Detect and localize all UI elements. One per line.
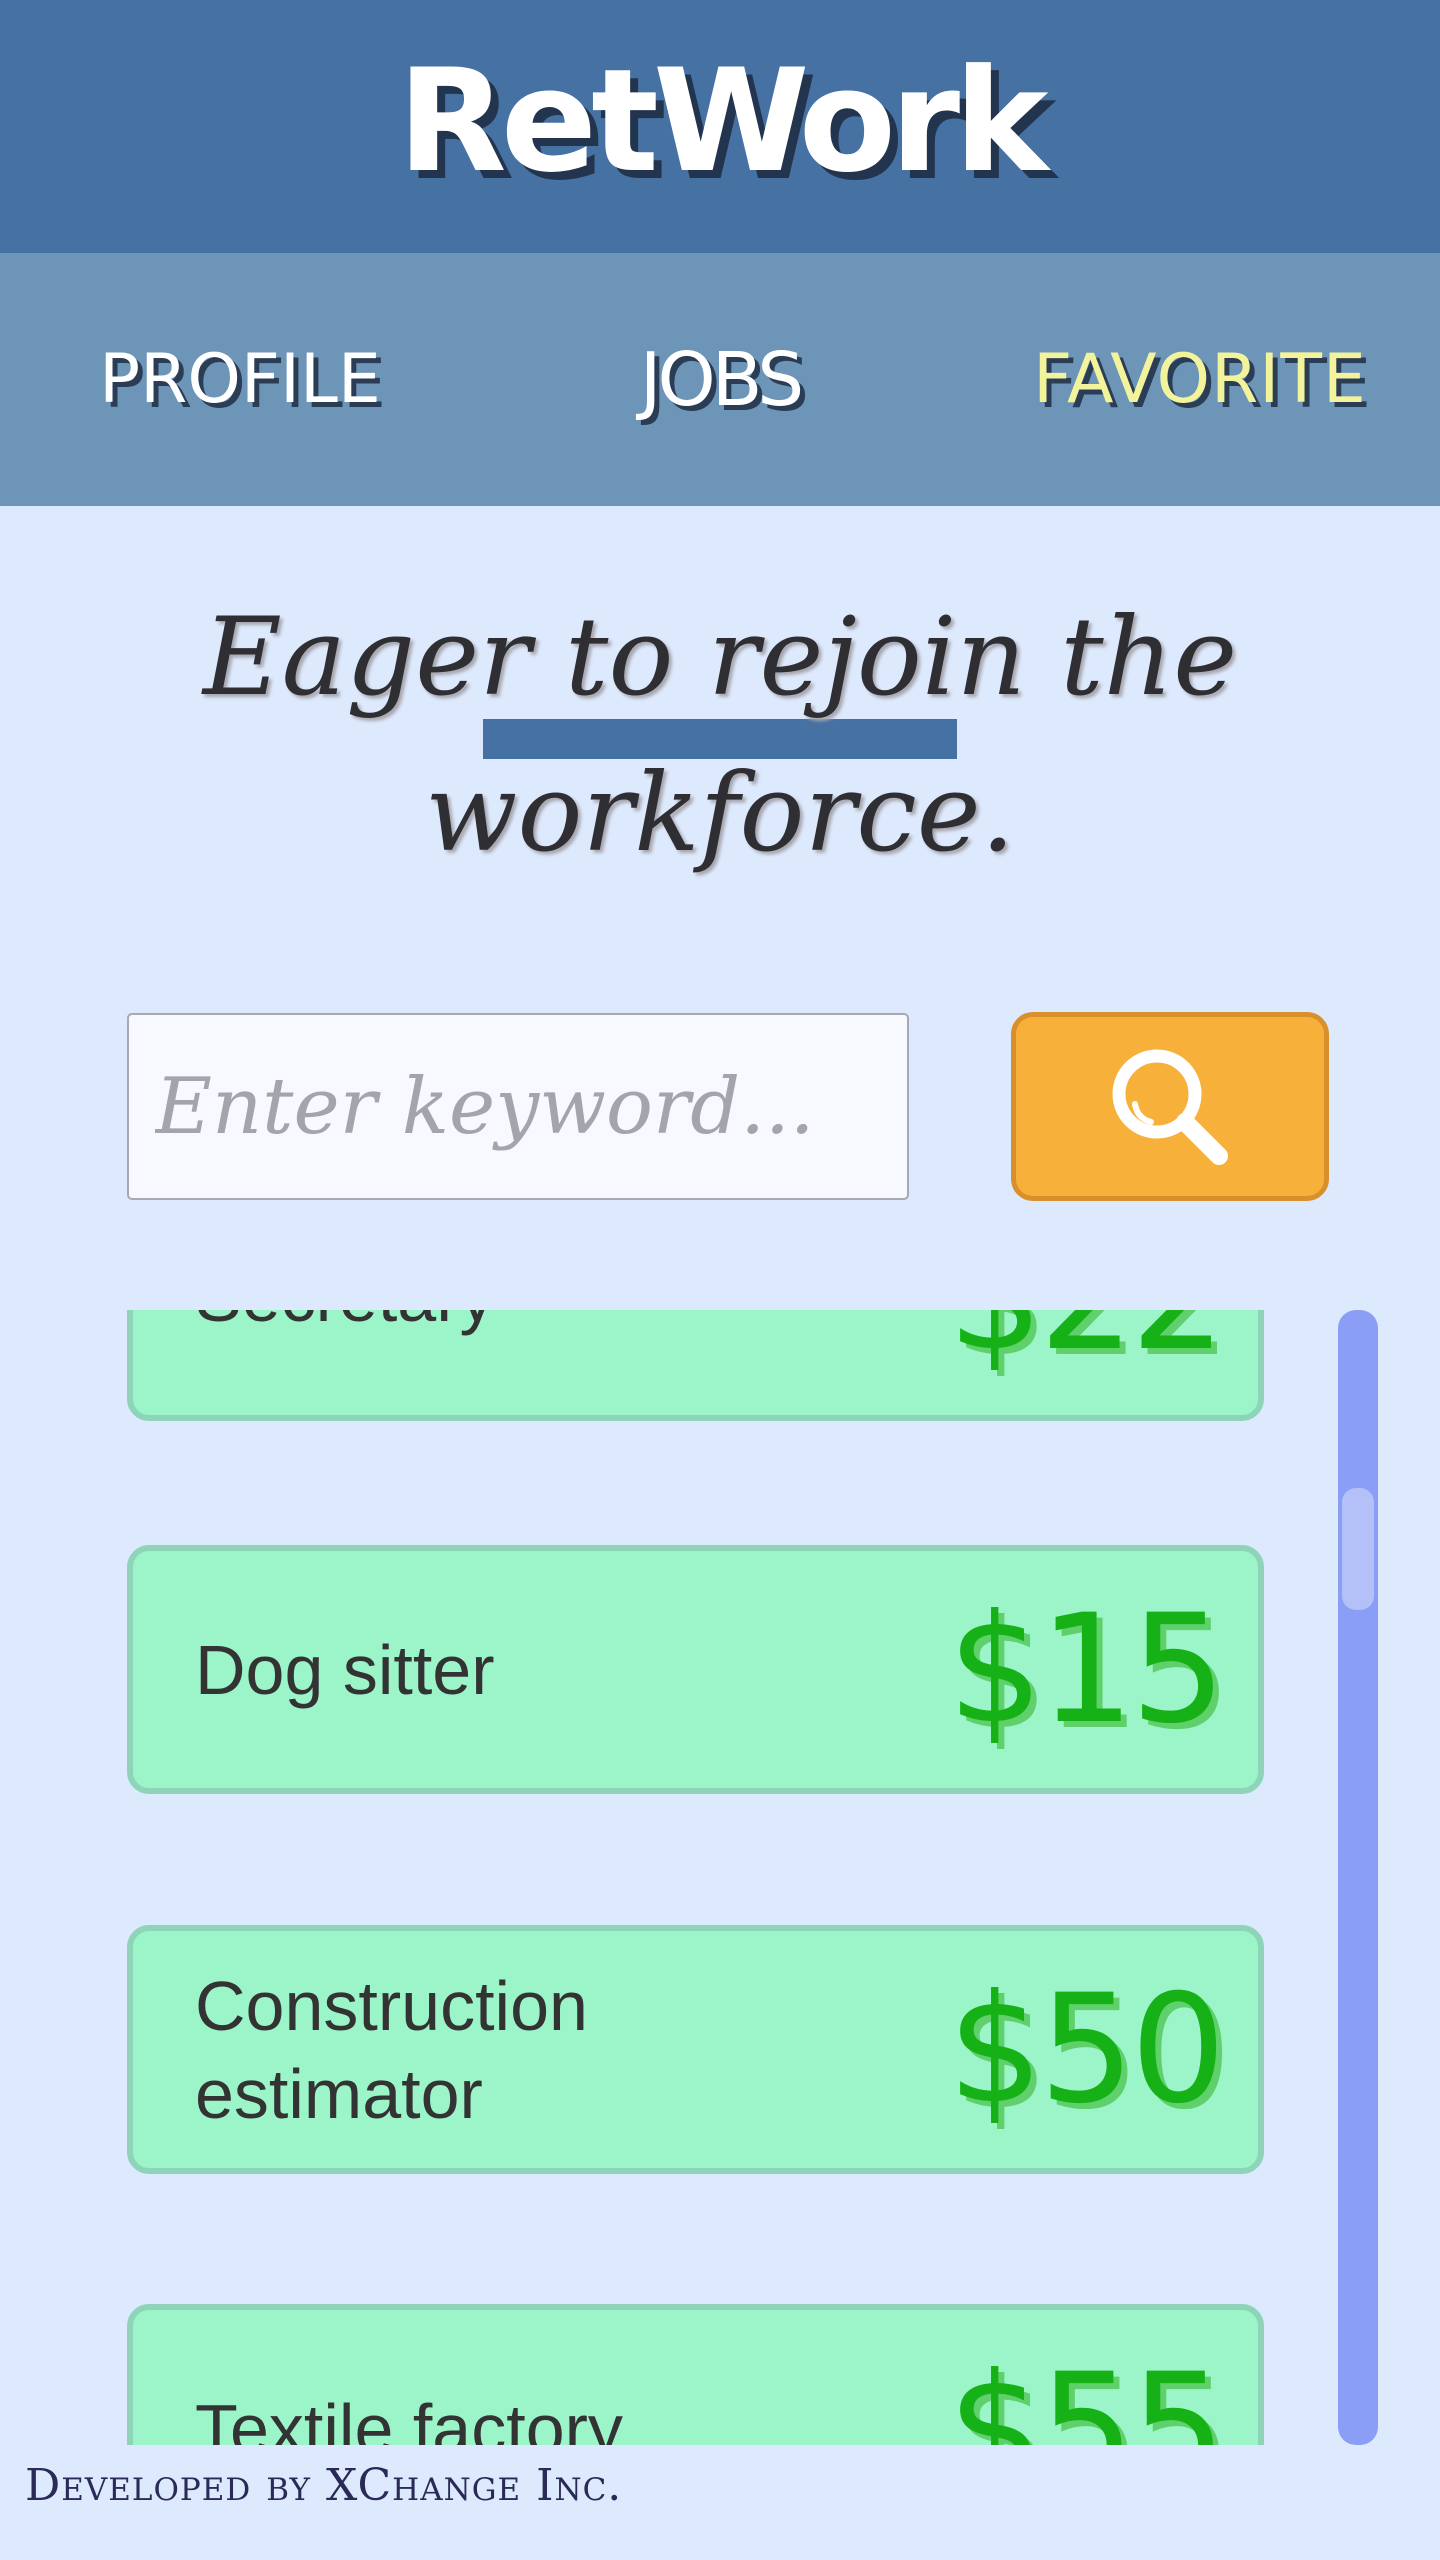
search-icon (1112, 1049, 1228, 1165)
tagline: Eager to rejoin the workforce. (202, 595, 1238, 876)
app-title: RetWork (397, 39, 1048, 204)
job-card-secretary[interactable]: Secretary $22 (127, 1310, 1264, 1421)
job-card-dog-sitter[interactable]: Dog sitter $15 (127, 1545, 1264, 1794)
tab-jobs[interactable]: JOBS (483, 253, 957, 506)
job-pay: $15 (947, 1582, 1226, 1757)
job-pay: $22 (948, 1310, 1226, 1384)
tab-bar: PROFILE JOBS FAVORITE (0, 253, 1440, 759)
app-header: RetWork (0, 0, 1440, 253)
job-title: Construction estimator (195, 1966, 588, 2133)
job-title: Textile factory (195, 2389, 623, 2446)
search-button[interactable] (1011, 1012, 1329, 1201)
job-card-construction-estimator[interactable]: Construction estimator $50 (127, 1925, 1264, 2174)
job-pay: $50 (947, 1962, 1226, 2137)
scrollbar-thumb[interactable] (1342, 1488, 1374, 1610)
job-card-textile-factory[interactable]: Textile factory $55 (127, 2304, 1264, 2445)
scrollbar-track[interactable] (1338, 1310, 1378, 2445)
job-title: Dog sitter (195, 1630, 495, 1709)
job-title: Secretary (195, 1310, 755, 1341)
footer-credit: Developed by XChange Inc. (25, 2460, 623, 2511)
search-input[interactable] (127, 1013, 909, 1200)
job-pay: $55 (947, 2341, 1226, 2446)
job-list[interactable]: Secretary $22 Dog sitter $15 Constructio… (0, 1310, 1440, 2445)
tab-profile[interactable]: PROFILE (0, 253, 480, 506)
tab-favorite[interactable]: FAVORITE (960, 253, 1440, 506)
